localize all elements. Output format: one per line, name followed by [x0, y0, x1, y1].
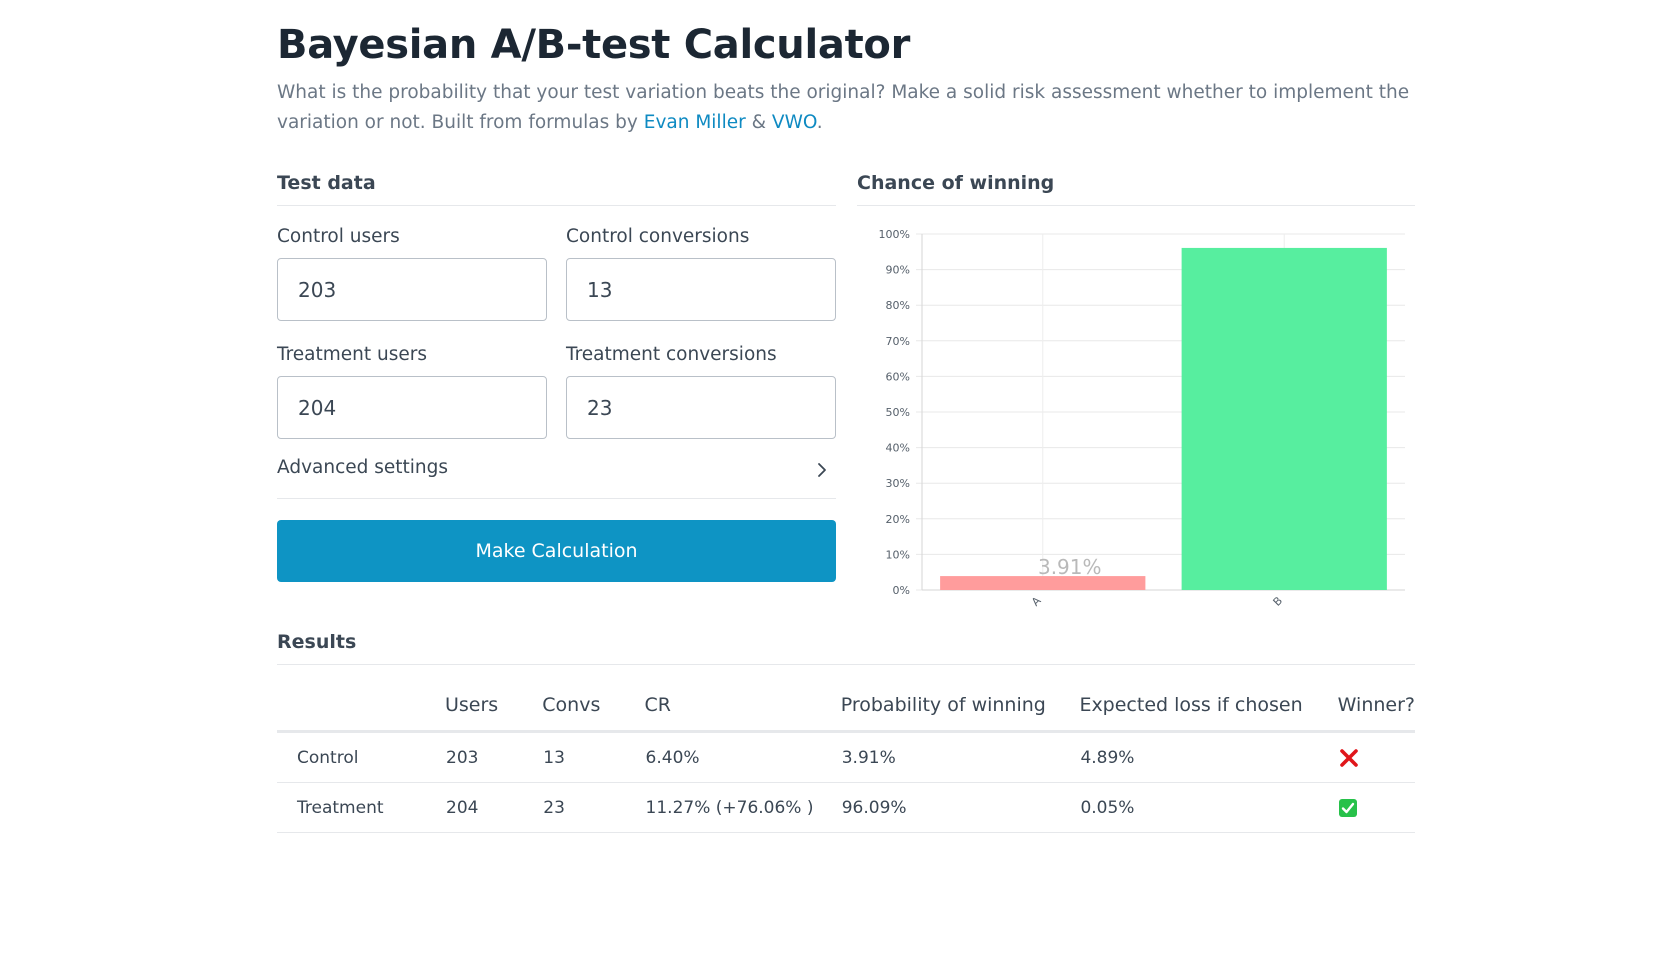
treatment-conversions-input[interactable] — [566, 376, 836, 439]
y-tick-label: 80% — [886, 299, 910, 312]
make-calculation-button[interactable]: Make Calculation — [277, 520, 836, 582]
treatment-users-label: Treatment users — [277, 344, 428, 365]
header-users: Users — [445, 680, 543, 733]
control-conversions-label: Control conversions — [566, 226, 750, 247]
table-row-treatment: Treatment 204 23 11.27% (+76.06% ) 96.09… — [277, 782, 1415, 833]
row-expected-loss: 4.89% — [1079, 731, 1338, 783]
row-convs: 23 — [542, 782, 645, 833]
test-data-divider — [277, 205, 836, 206]
y-tick-label: 10% — [886, 548, 910, 561]
ampersand: & — [751, 112, 767, 133]
chart-divider — [857, 205, 1415, 206]
advanced-settings-toggle[interactable]: Advanced settings — [277, 452, 836, 498]
y-tick-label: 0% — [893, 584, 910, 597]
bar-b — [1181, 247, 1387, 590]
intro-text: What is the probability that your test v… — [277, 78, 1417, 138]
row-cr: 11.27% (+76.06% ) — [644, 782, 841, 833]
row-users: 203 — [445, 731, 543, 783]
header-name — [277, 680, 445, 733]
advanced-settings-label: Advanced settings — [277, 457, 449, 478]
control-users-label: Control users — [277, 226, 400, 247]
row-expected-loss: 0.05% — [1079, 782, 1338, 833]
control-users-input[interactable] — [277, 258, 547, 321]
test-data-heading: Test data — [277, 172, 376, 194]
header-convs: Convs — [542, 680, 645, 733]
x-tick-label: A — [1029, 594, 1044, 609]
chevron-right-icon — [818, 463, 826, 477]
header-cr: CR — [644, 680, 841, 733]
check-mark-icon — [1338, 798, 1357, 817]
header-expected-loss: Expected loss if chosen — [1079, 680, 1338, 733]
y-tick-label: 100% — [879, 228, 910, 241]
y-tick-label: 40% — [886, 442, 910, 455]
y-tick-label: 70% — [886, 335, 910, 348]
bar-chart: 0% 10% 20% 30% 40% 50% 60% 70% 80% 90% 100% A 3.91% B — [879, 228, 1405, 609]
row-name: Treatment — [277, 782, 445, 833]
y-tick-label: 90% — [886, 264, 910, 277]
table-row-control: Control 203 13 6.40% 3.91% 4.89% — [277, 731, 1415, 783]
results-table: Users Convs CR Probability of winning Ex… — [277, 680, 1415, 833]
advanced-settings-divider — [277, 498, 836, 499]
row-convs: 13 — [542, 731, 645, 783]
evan-miller-link[interactable]: Evan Miller — [644, 112, 746, 133]
control-conversions-input[interactable] — [566, 258, 836, 321]
row-probability: 96.09% — [840, 782, 1080, 833]
y-tick-label: 20% — [886, 513, 910, 526]
x-tick-label: B — [1271, 594, 1286, 609]
data-label: 3.91% — [1038, 555, 1102, 579]
row-name: Control — [277, 731, 445, 783]
page-title: Bayesian A/B-test Calculator — [277, 22, 911, 68]
y-tick-label: 60% — [886, 370, 910, 383]
treatment-users-input[interactable] — [277, 376, 547, 439]
results-heading: Results — [277, 631, 357, 653]
treatment-conversions-label: Treatment conversions — [566, 344, 777, 365]
results-header-row: Users Convs CR Probability of winning Ex… — [277, 680, 1415, 733]
intro-period: . — [816, 112, 823, 133]
row-winner — [1337, 731, 1415, 783]
vwo-link[interactable]: VWO — [772, 112, 817, 133]
chance-of-winning-heading: Chance of winning — [857, 172, 1055, 194]
row-cr: 6.40% — [644, 731, 841, 783]
row-users: 204 — [445, 782, 543, 833]
chance-of-winning-chart: 0% 10% 20% 30% 40% 50% 60% 70% 80% 90% 100% A 3.91% B — [857, 220, 1417, 620]
y-tick-label: 50% — [886, 406, 910, 419]
row-probability: 3.91% — [840, 731, 1080, 783]
y-tick-label: 30% — [886, 477, 910, 490]
header-winner: Winner? — [1337, 680, 1415, 733]
intro-description: What is the probability that your test v… — [277, 82, 1410, 133]
results-divider — [277, 664, 1415, 665]
header-probability: Probability of winning — [840, 680, 1080, 733]
cross-mark-icon — [1339, 748, 1359, 768]
row-winner — [1337, 782, 1415, 833]
